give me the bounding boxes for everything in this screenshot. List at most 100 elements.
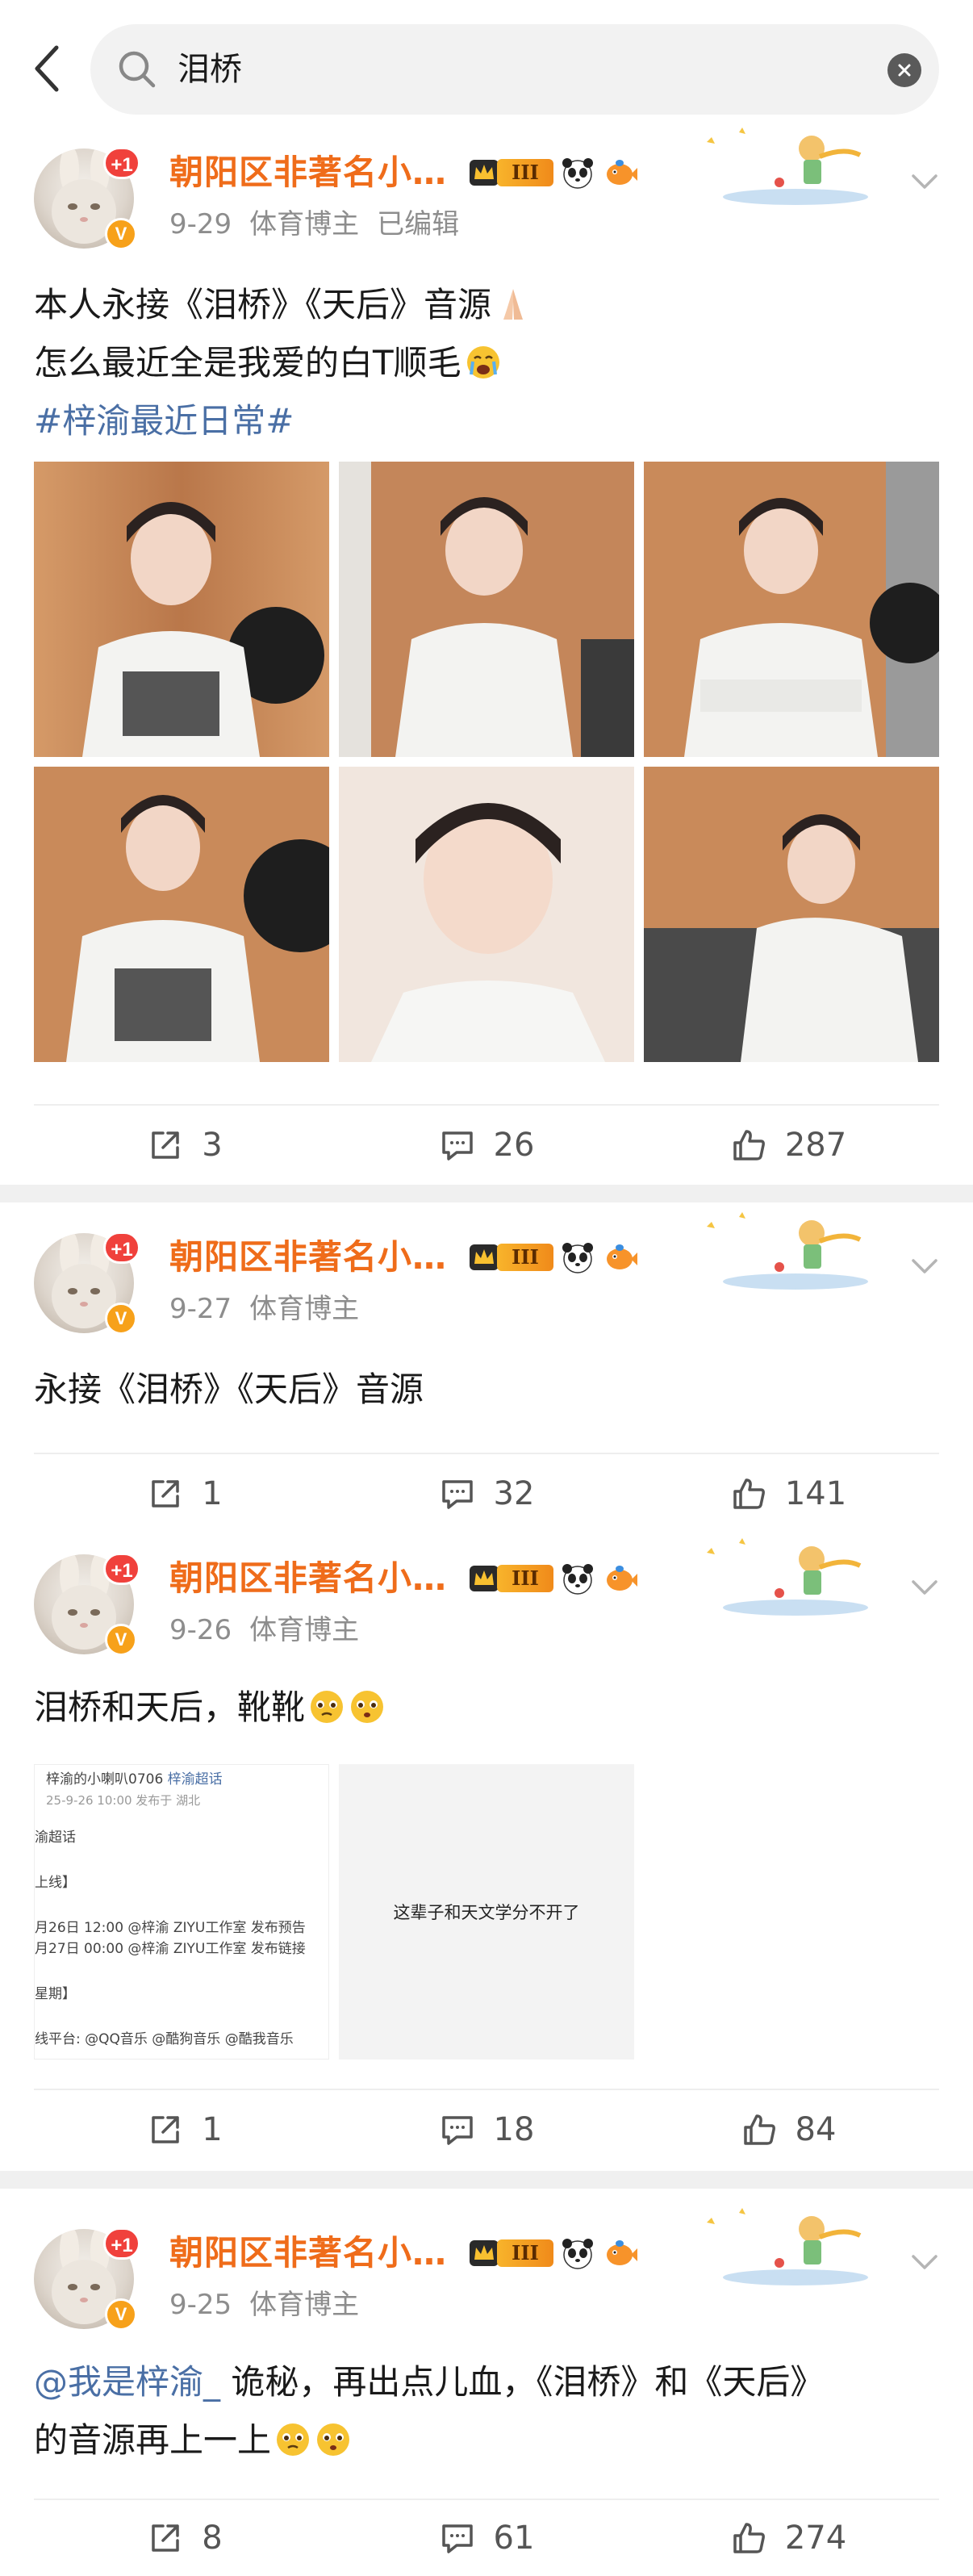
post-card[interactable]: +1 V 朝阳区非著名小… III 9-27 体育博主 永接《泪桥》《天后》音源 … bbox=[0, 1202, 973, 1540]
panda-icon bbox=[562, 2239, 593, 2269]
action-bar: 1 18 84 bbox=[34, 2089, 939, 2169]
like-count: 84 bbox=[795, 2111, 837, 2148]
like-button[interactable]: 141 bbox=[637, 1454, 939, 1533]
attach-line: 月27日 00:00 @梓渝 ZIYU工作室 发布链接 bbox=[35, 1941, 306, 1957]
repost-icon bbox=[152, 2116, 180, 2143]
fish-icon bbox=[607, 1566, 637, 1591]
comment-button[interactable]: 61 bbox=[336, 2500, 637, 2576]
attach-line: 月26日 12:00 @梓渝 ZIYU工作室 发布预告 bbox=[35, 1920, 306, 1936]
post-date: 9-29 bbox=[169, 208, 232, 240]
action-bar: 1 32 141 bbox=[34, 1453, 939, 1533]
repost-icon bbox=[152, 1480, 180, 1508]
little-prince-decoration bbox=[707, 1538, 868, 1616]
post-text: 永接《泪桥》《天后》音源 bbox=[34, 1361, 938, 1419]
post-image[interactable] bbox=[34, 462, 329, 757]
chevron-down-icon[interactable] bbox=[905, 2242, 944, 2281]
like-icon bbox=[743, 2114, 775, 2145]
post-image[interactable] bbox=[644, 767, 939, 1062]
topic-link[interactable]: #梓渝最近日常# bbox=[34, 392, 938, 450]
comment-button[interactable]: 18 bbox=[336, 2090, 637, 2169]
feed-separator bbox=[0, 1185, 973, 1202]
vip-badge: III bbox=[468, 1561, 637, 1596]
post-meta: 9-26 体育博主 bbox=[169, 1612, 359, 1648]
chevron-down-icon[interactable] bbox=[905, 1246, 944, 1285]
username[interactable]: 朝阳区非著名小… bbox=[169, 1235, 447, 1280]
post-card[interactable]: +1 V 朝阳区非著名小… III 9-25 体育博主 @我是梓渝_ 诡秘，再出点… bbox=[0, 2189, 973, 2576]
post-image[interactable] bbox=[339, 767, 634, 1062]
chevron-down-icon[interactable] bbox=[905, 161, 944, 200]
comment-count: 61 bbox=[493, 2520, 535, 2557]
comment-button[interactable]: 32 bbox=[336, 1454, 637, 1533]
avatar[interactable]: +1 V bbox=[34, 147, 140, 250]
like-button[interactable]: 287 bbox=[637, 1106, 939, 1185]
comment-button[interactable]: 26 bbox=[336, 1106, 637, 1185]
fish-icon bbox=[607, 160, 637, 185]
post-source: 体育博主 bbox=[249, 1614, 360, 1646]
username[interactable]: 朝阳区非著名小… bbox=[169, 1556, 447, 1601]
little-prince-decoration bbox=[707, 2208, 868, 2285]
repost-button[interactable]: 8 bbox=[34, 2500, 336, 2576]
post-text: 本人永接《泪桥》《天后》音源 怎么最近全是我爱的白T顺毛 #梓渝最近日常# bbox=[34, 276, 938, 450]
action-bar: 8 61 274 bbox=[34, 2499, 939, 2576]
attachment-screenshot[interactable]: 梓渝的小喇叭0706 梓渝超话 25-9-26 10:00 发布于 湖北 渝超话… bbox=[34, 1764, 329, 2060]
post-image[interactable] bbox=[34, 767, 329, 1062]
like-icon bbox=[733, 1478, 765, 1509]
crying-face-emoji bbox=[466, 346, 499, 378]
panda-icon bbox=[562, 1564, 593, 1595]
repost-button[interactable]: 1 bbox=[34, 2090, 336, 2169]
like-icon bbox=[733, 2523, 765, 2553]
post-image[interactable] bbox=[339, 462, 634, 757]
repost-button[interactable]: 3 bbox=[34, 1106, 336, 1185]
post-image[interactable] bbox=[644, 462, 939, 757]
action-bar: 3 26 287 bbox=[34, 1104, 939, 1185]
comment-icon bbox=[441, 1131, 473, 1160]
avatar[interactable]: +1 V bbox=[34, 1553, 140, 1656]
attach-line: 25-9-26 10:00 发布于 湖北 bbox=[46, 1793, 201, 1808]
edited-label: 已编辑 bbox=[377, 208, 460, 240]
crown-icon bbox=[470, 1566, 499, 1591]
verified-icon: V bbox=[105, 2298, 137, 2331]
search-header: 泪桥 bbox=[0, 0, 973, 129]
like-count: 274 bbox=[784, 2520, 847, 2557]
repost-count: 1 bbox=[202, 2111, 223, 2148]
fish-icon bbox=[607, 1244, 637, 1269]
username[interactable]: 朝阳区非著名小… bbox=[169, 150, 447, 195]
like-button[interactable]: 274 bbox=[637, 2500, 939, 2576]
repost-button[interactable]: 1 bbox=[34, 1454, 336, 1533]
like-button[interactable]: 84 bbox=[637, 2090, 939, 2169]
vip-level: III bbox=[497, 159, 553, 186]
post-card[interactable]: +1 V 朝阳区非著名小… III 9-29 体育博主 已编辑 本人永接《泪桥》《天… bbox=[0, 128, 973, 1178]
post-text-line: 本人永接《泪桥》《天后》音源 bbox=[34, 285, 492, 324]
repost-count: 1 bbox=[202, 1475, 223, 1512]
post-source: 体育博主 bbox=[249, 1293, 360, 1325]
mention-link[interactable]: @我是梓渝_ bbox=[34, 2362, 220, 2402]
crown-icon bbox=[470, 160, 499, 186]
like-icon bbox=[733, 1130, 765, 1160]
little-prince-decoration bbox=[707, 128, 868, 205]
notification-badge: +1 bbox=[103, 147, 140, 179]
avatar[interactable]: +1 V bbox=[34, 2227, 140, 2331]
panda-icon bbox=[562, 158, 593, 189]
little-prince-decoration bbox=[707, 1212, 868, 1290]
vip-badge: III bbox=[468, 155, 637, 190]
search-input[interactable]: 泪桥 bbox=[90, 24, 939, 115]
post-card[interactable]: +1 V 朝阳区非著名小… III 9-26 体育博主 泪桥和天后，靴靴 梓渝的小… bbox=[0, 1538, 973, 2171]
post-text-line: 怎么最近全是我爱的白T顺毛 bbox=[34, 343, 461, 383]
image-grid bbox=[34, 462, 939, 1062]
post-date: 9-26 bbox=[169, 1614, 232, 1646]
username[interactable]: 朝阳区非著名小… bbox=[169, 2231, 447, 2276]
avatar[interactable]: +1 V bbox=[34, 1232, 140, 1335]
attach-line: 梓渝的小喇叭0706 梓渝超话 bbox=[46, 1771, 223, 1788]
back-button[interactable] bbox=[24, 40, 69, 97]
attachment-caption: 这辈子和天文学分不开了 bbox=[393, 1903, 580, 1922]
notification-badge: +1 bbox=[103, 1553, 140, 1585]
clear-button[interactable] bbox=[887, 53, 921, 87]
attach-line: 星期】 bbox=[35, 1986, 76, 2002]
pleading-face-emoji bbox=[277, 2423, 310, 2456]
attachment-text-image[interactable]: 这辈子和天文学分不开了 bbox=[339, 1764, 634, 2060]
panda-icon bbox=[562, 1243, 593, 1273]
repost-icon bbox=[152, 2524, 180, 2552]
chevron-down-icon[interactable] bbox=[905, 1567, 944, 1606]
repost-count: 3 bbox=[202, 1127, 223, 1164]
fish-icon bbox=[607, 2240, 637, 2265]
